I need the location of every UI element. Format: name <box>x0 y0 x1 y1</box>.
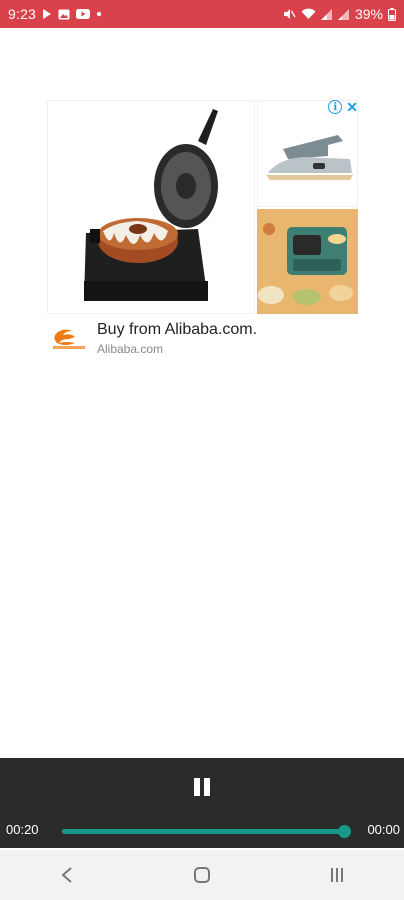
seek-bar[interactable] <box>62 825 351 838</box>
end-time: 00:00 <box>367 822 400 837</box>
screen: 9:23 39% i ✕ Buy from Alibaba.com. Aliba… <box>0 0 404 900</box>
status-right: 39% <box>283 6 396 22</box>
status-time: 9:23 <box>8 6 37 22</box>
signal-icon <box>320 8 333 20</box>
ad-info-icon[interactable]: i <box>328 100 343 114</box>
battery-percent: 39% <box>354 6 383 22</box>
system-nav-bar <box>0 850 404 900</box>
play-icon <box>42 9 52 19</box>
media-player-controls: 00:20 00:00 <box>0 758 404 848</box>
ad-text: Buy from Alibaba.com. Alibaba.com <box>97 321 257 356</box>
ad-domain[interactable]: Alibaba.com <box>97 342 257 356</box>
back-icon[interactable] <box>47 855 87 895</box>
dot-icon <box>96 11 102 17</box>
image-icon <box>58 9 70 20</box>
ad-choices[interactable]: i ✕ <box>328 100 358 114</box>
wifi-icon <box>301 8 316 20</box>
alibaba-logo <box>49 323 89 353</box>
status-bar: 9:23 39% <box>0 0 404 28</box>
steam-iron-image[interactable] <box>257 100 358 207</box>
ad-banner[interactable]: i ✕ Buy from Alibaba.com. Alibaba.com <box>47 100 358 360</box>
ad-close-icon[interactable]: ✕ <box>346 100 358 114</box>
signal-icon <box>337 8 350 20</box>
ad-footer[interactable]: Buy from Alibaba.com. Alibaba.com <box>47 316 358 360</box>
status-left: 9:23 <box>8 6 102 22</box>
mute-icon <box>283 8 296 20</box>
pause-icon-bar-left <box>194 778 200 796</box>
seek-bar-thumb[interactable] <box>338 825 351 838</box>
home-icon[interactable] <box>182 855 222 895</box>
pause-button[interactable] <box>192 778 212 798</box>
pause-icon-bar-right <box>204 778 210 796</box>
youtube-icon <box>76 9 91 19</box>
seek-bar-progress <box>62 829 344 834</box>
current-time: 00:20 <box>6 822 39 837</box>
recents-icon[interactable] <box>317 855 357 895</box>
ad-headline[interactable]: Buy from Alibaba.com. <box>97 321 257 339</box>
bundt-cake-maker-image[interactable] <box>47 100 255 314</box>
breakfast-oven-image[interactable] <box>257 209 358 314</box>
battery-icon <box>388 7 396 21</box>
